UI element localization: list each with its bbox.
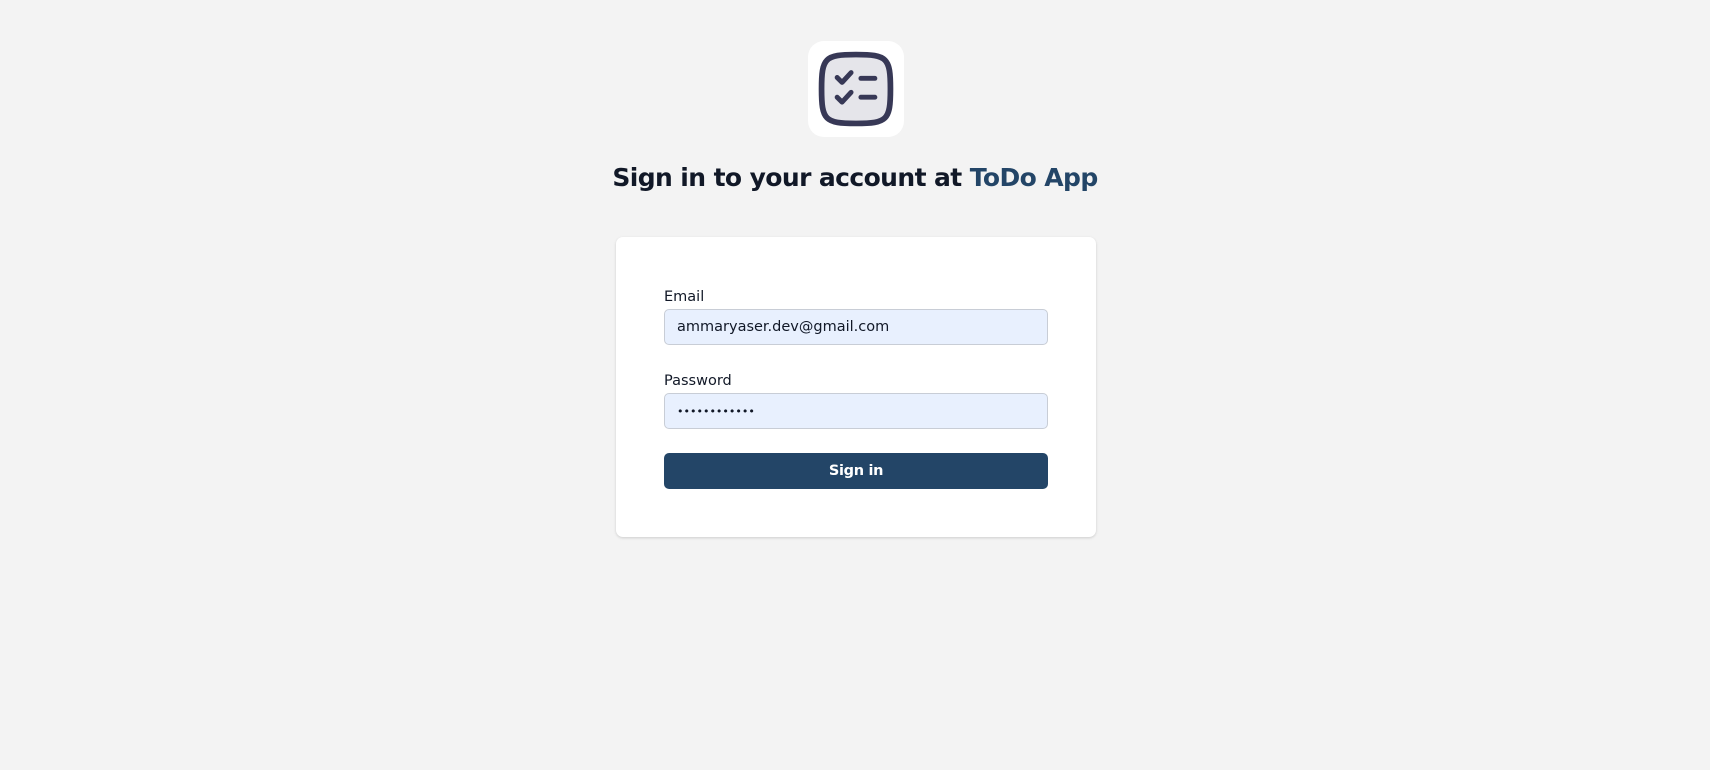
- page-title-prefix: Sign in to your account at: [612, 163, 970, 192]
- password-field[interactable]: [664, 393, 1048, 429]
- password-label: Password: [664, 373, 732, 389]
- app-name: ToDo App: [969, 163, 1098, 192]
- email-label: Email: [664, 289, 705, 305]
- app-logo: [808, 41, 904, 137]
- sign-in-form: Email Password Sign in: [616, 237, 1096, 537]
- email-field[interactable]: [664, 309, 1048, 345]
- page-title: Sign in to your account at ToDo App: [0, 158, 1710, 198]
- sign-in-button[interactable]: Sign in: [664, 453, 1048, 489]
- checklist-icon: [818, 51, 894, 127]
